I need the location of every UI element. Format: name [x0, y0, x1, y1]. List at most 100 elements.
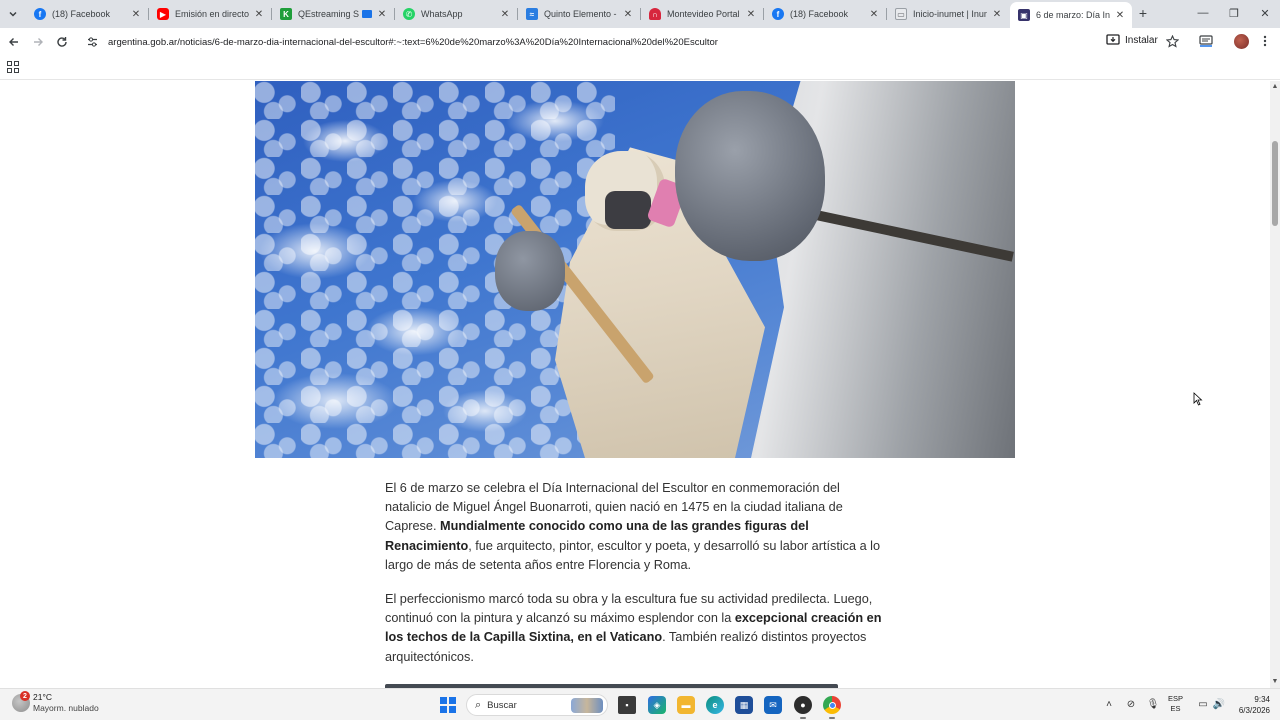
- tab-facebook-1[interactable]: f (18) Facebook ✕: [26, 2, 148, 26]
- more-vertical-icon: [1263, 35, 1267, 47]
- show-hidden-icons-chevron-icon[interactable]: ˄: [1102, 697, 1116, 711]
- reload-icon: [57, 37, 67, 47]
- install-app-button[interactable]: Instalar: [1106, 34, 1158, 46]
- windows-taskbar: 2 21°C Mayorm. nublado ⌕ Buscar ▪ ◈ ▬ e …: [0, 688, 1280, 720]
- cast-button[interactable]: [1198, 34, 1214, 48]
- outlook-icon[interactable]: ✉: [764, 696, 782, 714]
- weather-temperature: 21°C: [33, 692, 52, 702]
- tab-title: QEstreaming Stre: [298, 9, 359, 19]
- tab-title: (18) Facebook: [52, 9, 111, 19]
- montevideo-portal-icon: ∩: [649, 8, 661, 20]
- url-text[interactable]: argentina.gob.ar/noticias/6-de-marzo-dia…: [108, 37, 1008, 48]
- taskbar-search[interactable]: ⌕ Buscar: [466, 694, 608, 716]
- arrow-right-icon: [34, 38, 43, 46]
- back-button[interactable]: [5, 33, 23, 51]
- whatsapp-icon: ✆: [403, 8, 415, 20]
- tab-whatsapp[interactable]: ✆ WhatsApp ✕: [395, 2, 517, 26]
- browser-toolbar: argentina.gob.ar/noticias/6-de-marzo-dia…: [0, 28, 1280, 56]
- notification-badge: 2: [20, 691, 30, 701]
- inumet-icon: ▭: [895, 8, 907, 20]
- apps-grid-icon[interactable]: [7, 61, 19, 73]
- argentina-gob-icon: ▣: [1018, 9, 1030, 21]
- tab-dia-del-escultor[interactable]: ▣ 6 de marzo: Día Inter ✕: [1010, 2, 1132, 28]
- facebook-icon: f: [772, 8, 784, 20]
- new-tab-button[interactable]: +: [1136, 5, 1150, 21]
- app-with-notification-icon[interactable]: ●: [794, 696, 812, 719]
- qestreaming-icon: K: [280, 8, 292, 20]
- tab-title: WhatsApp: [421, 9, 463, 19]
- volume-icon[interactable]: 🔊: [1212, 697, 1226, 711]
- tab-inumet[interactable]: ▭ Inicio-inumet | Inume ✕: [887, 2, 1009, 26]
- tab-title: Emisión en directo -: [175, 9, 249, 19]
- search-placeholder: Buscar: [487, 699, 517, 711]
- chevron-down-icon: [9, 11, 17, 17]
- site-info-icon[interactable]: [84, 34, 100, 50]
- edge-icon[interactable]: e: [706, 696, 724, 714]
- chrome-icon[interactable]: [823, 696, 841, 719]
- tab-title: (18) Facebook: [790, 9, 849, 19]
- tab-title: Inicio-inumet | Inume: [913, 9, 987, 19]
- address-bar[interactable]: argentina.gob.ar/noticias/6-de-marzo-dia…: [78, 31, 1189, 53]
- tab-title: 6 de marzo: Día Inter: [1036, 10, 1110, 20]
- cast-icon: [1199, 35, 1213, 47]
- scroll-up-arrow-icon[interactable]: ▲: [1270, 83, 1280, 91]
- article-paragraph-2: El perfeccionismo marcó toda su obra y l…: [385, 592, 882, 664]
- close-tab-icon[interactable]: ✕: [130, 8, 142, 20]
- arrow-left-icon: [9, 38, 18, 46]
- copilot-icon[interactable]: ◈: [648, 696, 666, 714]
- file-explorer-icon[interactable]: ▬: [677, 696, 695, 714]
- tab-title: Montevideo Portal: [667, 9, 740, 19]
- article-body: El 6 de marzo se celebra el Día Internac…: [385, 479, 885, 682]
- scrollbar-thumb[interactable]: [1272, 141, 1278, 226]
- install-icon: [1106, 34, 1120, 45]
- tab-montevideo-portal[interactable]: ∩ Montevideo Portal ✕: [641, 2, 763, 26]
- browser-menu-button[interactable]: [1258, 33, 1272, 49]
- close-tab-icon[interactable]: ✕: [622, 8, 634, 20]
- tab-strip: f (18) Facebook ✕ ▶ Emisión en directo -…: [0, 0, 1280, 28]
- minimize-button[interactable]: —: [1193, 4, 1213, 22]
- star-icon: [1165, 34, 1179, 48]
- profile-avatar[interactable]: [1234, 34, 1249, 49]
- bookmarks-bar: [0, 56, 1280, 80]
- close-tab-icon[interactable]: ✕: [253, 8, 265, 20]
- close-tab-icon[interactable]: ✕: [745, 8, 757, 20]
- mouse-cursor-icon: [1193, 392, 1203, 406]
- input-language-indicator[interactable]: ESP ES: [1168, 694, 1183, 714]
- microsoft-store-icon[interactable]: ▦: [735, 696, 753, 714]
- facebook-icon: f: [34, 8, 46, 20]
- close-window-button[interactable]: ✕: [1255, 4, 1275, 22]
- microphone-icon[interactable]: 🎙: [1146, 697, 1160, 711]
- taskbar-clock[interactable]: 9:34 6/3/2026: [1228, 694, 1270, 716]
- cloud-icon: 2: [12, 691, 30, 712]
- tab-quinto-elemento[interactable]: ≈ Quinto Elemento - Tu ✕: [518, 2, 640, 26]
- windows-start-button[interactable]: [440, 697, 456, 713]
- task-view-icon[interactable]: ▪: [618, 696, 636, 714]
- youtube-icon: ▶: [157, 8, 169, 20]
- install-label: Instalar: [1125, 34, 1158, 46]
- article-paragraph-1: El 6 de marzo se celebra el Día Internac…: [385, 481, 881, 572]
- reload-button[interactable]: [53, 33, 71, 51]
- close-tab-icon[interactable]: ✕: [868, 8, 880, 20]
- page-viewport: El 6 de marzo se celebra el Día Internac…: [0, 81, 1270, 688]
- forward-button[interactable]: [29, 33, 47, 51]
- tab-title: Quinto Elemento - Tu: [544, 9, 618, 19]
- close-tab-icon[interactable]: ✕: [1114, 9, 1126, 21]
- tab-facebook-2[interactable]: f (18) Facebook ✕: [764, 2, 886, 26]
- tab-emision-directo[interactable]: ▶ Emisión en directo - ✕: [149, 2, 271, 26]
- tab-search-button[interactable]: [4, 5, 22, 23]
- display-icon[interactable]: ▭: [1196, 697, 1210, 711]
- network-offline-icon[interactable]: ⊘: [1124, 697, 1138, 711]
- search-highlight-image: [571, 698, 603, 713]
- scroll-down-arrow-icon[interactable]: ▼: [1270, 678, 1280, 686]
- bookmark-star-button[interactable]: [1164, 33, 1180, 49]
- search-icon: ⌕: [475, 698, 482, 711]
- close-tab-icon[interactable]: ✕: [376, 8, 388, 20]
- restore-button[interactable]: ❐: [1224, 4, 1244, 22]
- close-tab-icon[interactable]: ✕: [991, 8, 1003, 20]
- tab-qestreaming[interactable]: K QEstreaming Stre ✕: [272, 2, 394, 26]
- weather-widget[interactable]: 2 21°C Mayorm. nublado: [12, 691, 99, 714]
- weather-condition: Mayorm. nublado: [33, 703, 99, 713]
- page-scrollbar[interactable]: ▲ ▼: [1270, 81, 1280, 688]
- hero-image-sculptor: [255, 81, 1015, 458]
- close-tab-icon[interactable]: ✕: [499, 8, 511, 20]
